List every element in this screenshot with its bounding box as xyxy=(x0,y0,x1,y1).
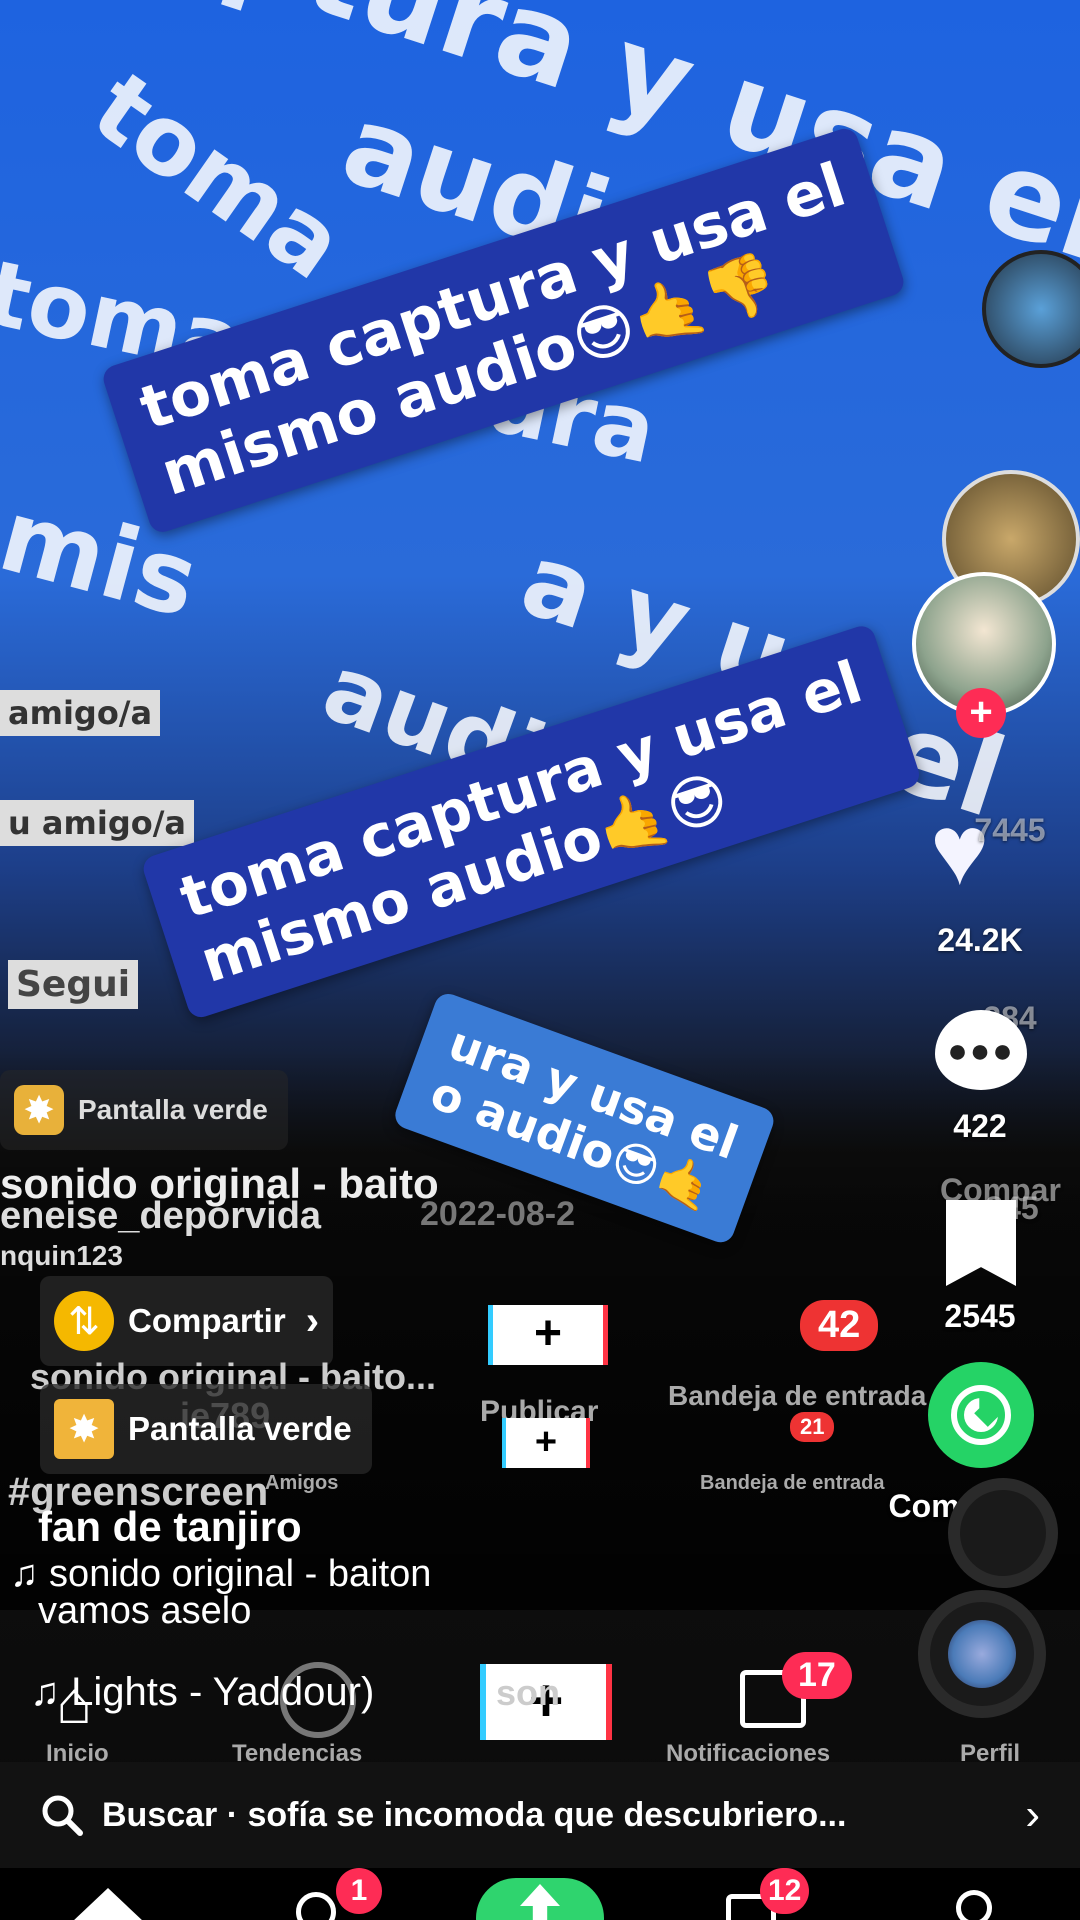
like-count: 24.2K xyxy=(937,922,1023,958)
bg-caption-line: toma xyxy=(72,50,364,302)
video-description: vamos aselo xyxy=(38,1590,252,1632)
comment-dots: ●●● xyxy=(947,1032,1015,1070)
ghost-label: amigo/a xyxy=(0,690,161,736)
ghost-friends-label: Amigos xyxy=(265,1472,339,1494)
friends-badge: 1 xyxy=(336,1868,382,1914)
effect-chip[interactable]: ✸ Pantalla verde xyxy=(40,1384,372,1474)
bookmark-count: 2545 xyxy=(944,1298,1016,1334)
ghost-song-line: ♫ Lights - Yaddour) xyxy=(30,1670,375,1714)
friends-icon[interactable] xyxy=(296,1892,336,1920)
share-chip-label: Compartir xyxy=(128,1302,286,1339)
effect-label: Pantalla verde xyxy=(78,1094,268,1125)
whatsapp-share-icon[interactable] xyxy=(928,1362,1034,1468)
inbox-badge: 12 xyxy=(760,1868,810,1914)
repost-icon: ⇅ xyxy=(54,1291,114,1351)
ghost-plus-button: + xyxy=(488,1305,608,1365)
bottom-nav: 1 12 xyxy=(0,1868,1080,1920)
search-suggestion-text: Buscar · sofía se incomoda que descubrie… xyxy=(102,1795,847,1834)
chevron-right-icon: › xyxy=(1025,1790,1040,1839)
chevron-right-icon: › xyxy=(305,1298,320,1343)
effect-icon: ✸ xyxy=(14,1085,64,1135)
like-count-ghost: 7445 xyxy=(974,812,1046,848)
ghost-compartir-badge: 42 xyxy=(800,1300,879,1351)
ghost-label: Segui xyxy=(8,960,139,1009)
follow-button[interactable]: + xyxy=(956,688,1006,738)
ghost-avatar xyxy=(982,250,1080,368)
share-chip[interactable]: ⇅ Compartir › xyxy=(40,1276,334,1366)
upload-button[interactable] xyxy=(476,1878,604,1920)
video-player[interactable]: mi ptura y usa el toma audio toma captur… xyxy=(0,0,1080,1920)
whatsapp-ring xyxy=(951,1385,1011,1445)
search-suggestion-bar[interactable]: Buscar · sofía se incomoda que descubrie… xyxy=(0,1762,1080,1868)
caption-main: toma captura y usa el mismo audio🤙😎 xyxy=(140,622,923,1022)
comment-icon[interactable]: ●●● xyxy=(935,1010,1027,1090)
ghost-effect-chip: ✸ Pantalla verde xyxy=(0,1070,288,1150)
upload-arrow-icon xyxy=(520,1884,560,1920)
ghost-inbox-badge: 21 xyxy=(790,1412,835,1442)
music-disc-cover xyxy=(948,1620,1016,1688)
ghost-inbox-label: Bandeja de entrada xyxy=(700,1472,885,1494)
effect-chip-label: Pantalla verde xyxy=(128,1410,352,1447)
music-disc[interactable] xyxy=(918,1590,1046,1718)
ghost-username: nquin123 xyxy=(0,1240,123,1271)
ghost-inbox-label: Bandeja de entrada xyxy=(668,1380,927,1411)
search-icon xyxy=(42,1795,83,1836)
creator-username[interactable]: fan de tanjiro xyxy=(38,1503,302,1551)
comment-count: 422 xyxy=(953,1108,1007,1144)
ghost-plus-button: + xyxy=(502,1418,590,1468)
ghost-notif-badge: 17 xyxy=(782,1652,852,1699)
ghost-song-text: son xyxy=(496,1672,561,1713)
ghost-sound-text: sonido original - baito xyxy=(0,1160,439,1207)
profile-icon[interactable] xyxy=(956,1890,992,1920)
ghost-label: u amigo/a xyxy=(0,800,194,846)
home-icon[interactable] xyxy=(72,1888,144,1920)
ghost-date: 2022-08-2 xyxy=(420,1195,576,1233)
ghost-disc xyxy=(948,1478,1058,1588)
green-screen-icon: ✸ xyxy=(54,1399,114,1459)
